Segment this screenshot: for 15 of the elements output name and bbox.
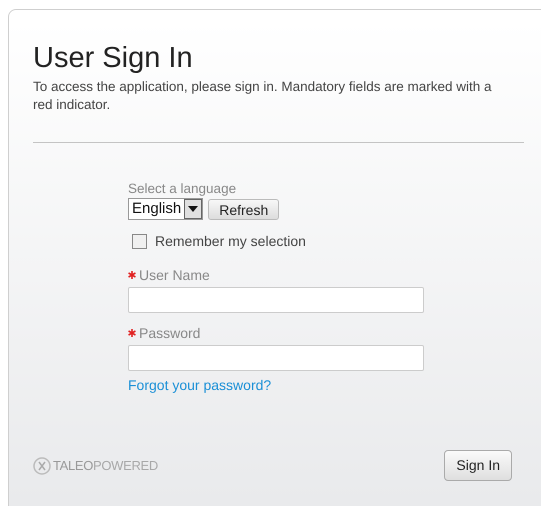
- language-select[interactable]: English: [128, 198, 204, 220]
- sign-in-button[interactable]: Sign In: [444, 450, 512, 481]
- logo-icon: [33, 456, 51, 474]
- field-label: Password: [139, 325, 200, 341]
- brand-logo-text: TALEO: [53, 456, 94, 475]
- input-field[interactable]: [128, 345, 424, 371]
- powered-label: POWERED: [93, 456, 158, 475]
- field-label: User Name: [139, 267, 210, 283]
- input-field[interactable]: [128, 287, 424, 313]
- remember-checkbox[interactable]: [132, 234, 147, 249]
- page-title: User Sign In: [33, 41, 194, 76]
- instructions-text: To access the application, please sign in. Mandatory fields are marked with a red indicator.: [33, 78, 492, 114]
- refresh-button[interactable]: Refresh: [208, 198, 280, 220]
- language-label: Select a language: [128, 181, 236, 197]
- remember-label: Remember my selection: [155, 232, 306, 251]
